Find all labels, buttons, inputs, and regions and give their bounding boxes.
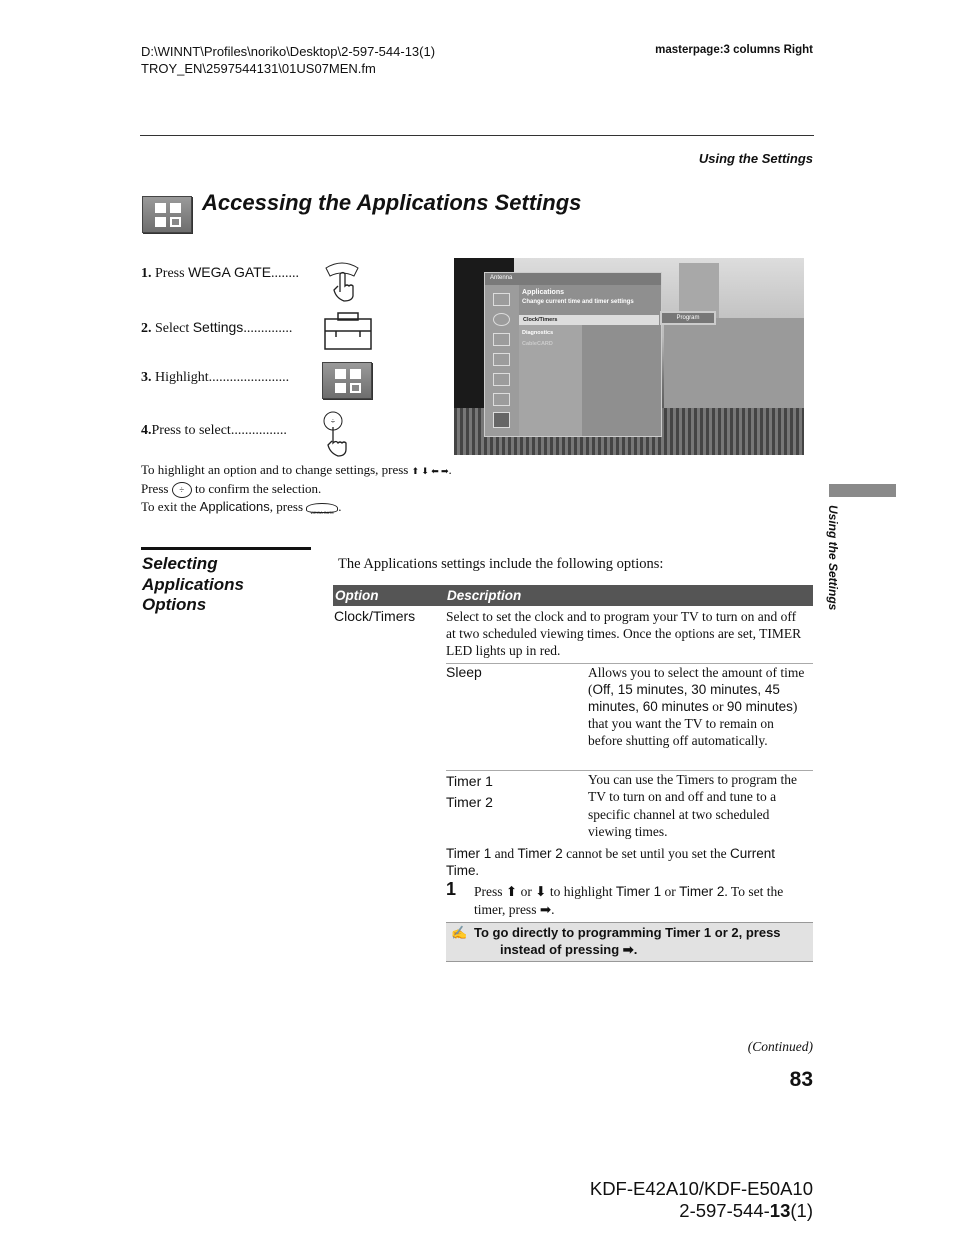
tv-menu-heading: Applications	[522, 289, 565, 296]
page-number: 83	[789, 1068, 813, 1091]
option-sleep-desc: Allows you to select the amount of time …	[588, 665, 805, 748]
side-tab-label: Using the Settings	[826, 505, 840, 611]
running-head: Using the Settings	[698, 151, 813, 166]
tip-line2: instead of pressing ➡.	[500, 942, 638, 957]
file-path-line2: TROY_EN\2597544131\01US07MEN.fm	[141, 61, 376, 76]
masterpage-label: masterpage:3 columns Right	[655, 44, 813, 56]
file-path-line1: D:\WINNT\Profiles\noriko\Desktop\2-597-5…	[141, 44, 436, 59]
tip-line1: To go directly to programming Timer 1 or…	[474, 925, 781, 940]
header-rule	[140, 135, 814, 136]
arrow-keys-icon: ⬆ ⬇ ⬅ ➡	[411, 466, 449, 476]
wega-gate-button-icon: WEGA GATE	[306, 503, 339, 515]
section-heading: Selecting Applications Options	[142, 554, 245, 614]
step-number: 1	[446, 879, 457, 899]
select-button-icon: ÷	[171, 482, 192, 499]
step-2: 2. Select Settings..............	[141, 319, 293, 336]
svg-text:÷: ÷	[331, 417, 336, 426]
instructions: To highlight an option and to change set…	[141, 462, 452, 516]
table-header: Option Description	[333, 585, 813, 606]
select-button-hand-icon: ÷	[323, 411, 347, 457]
tv-menu-item: Diagnostics	[522, 330, 554, 336]
applications-icon	[142, 196, 192, 233]
tv-menu-item: Clock/Timers	[519, 315, 659, 325]
continued-label: (Continued)	[747, 1039, 813, 1054]
file-path: D:\WINNT\Profiles\noriko\Desktop\2-597-5…	[141, 43, 435, 77]
pencil-note-icon: ✍	[451, 925, 468, 940]
tv-screenshot: Antenna Applications Change current time…	[454, 258, 804, 455]
wega-gate-hand-icon	[325, 262, 359, 302]
timer-caution: Timer 1 and Timer 2 cannot be set until …	[446, 846, 776, 878]
settings-toolbox-icon	[324, 312, 372, 350]
step-4: 4.Press to select................	[141, 423, 287, 438]
option-timers-desc: You can use the Timers to program the TV…	[588, 772, 797, 839]
step-1: 1. Press WEGA GATE........	[141, 264, 300, 281]
page-title: Accessing the Applications Settings	[202, 190, 582, 215]
tv-menu-item: CableCARD	[522, 341, 553, 347]
tv-menu-subheading: Change current time and timer settings	[522, 299, 634, 305]
option-sleep: Sleep	[446, 664, 482, 680]
option-clock-timers: Clock/Timers	[334, 608, 416, 624]
step-instruction: Press ⬆ or ⬇ to highlight Timer 1 or Tim…	[474, 884, 784, 917]
tv-menu-icons	[485, 285, 519, 436]
tip-note: ✍ To go directly to programming Timer 1 …	[446, 922, 813, 962]
side-tab	[829, 484, 896, 497]
footer-model: KDF-E42A10/KDF-E50A10 2-597-544-13(1)	[589, 1178, 813, 1221]
tv-menu-source: Antenna	[485, 273, 661, 285]
options-table: Option Description	[333, 585, 813, 606]
option-timers: Timer 1 Timer 2	[446, 773, 493, 810]
intro-text: The Applications settings include the fo…	[338, 556, 664, 572]
step-3: 3. Highlight.......................	[141, 370, 290, 385]
tv-program-button: Program	[660, 311, 716, 325]
option-clock-timers-desc: Select to set the clock and to program y…	[446, 609, 802, 658]
applications-highlight-icon	[322, 362, 372, 399]
subheading-rule	[141, 547, 311, 550]
tv-menu: Antenna Applications Change current time…	[484, 272, 662, 437]
